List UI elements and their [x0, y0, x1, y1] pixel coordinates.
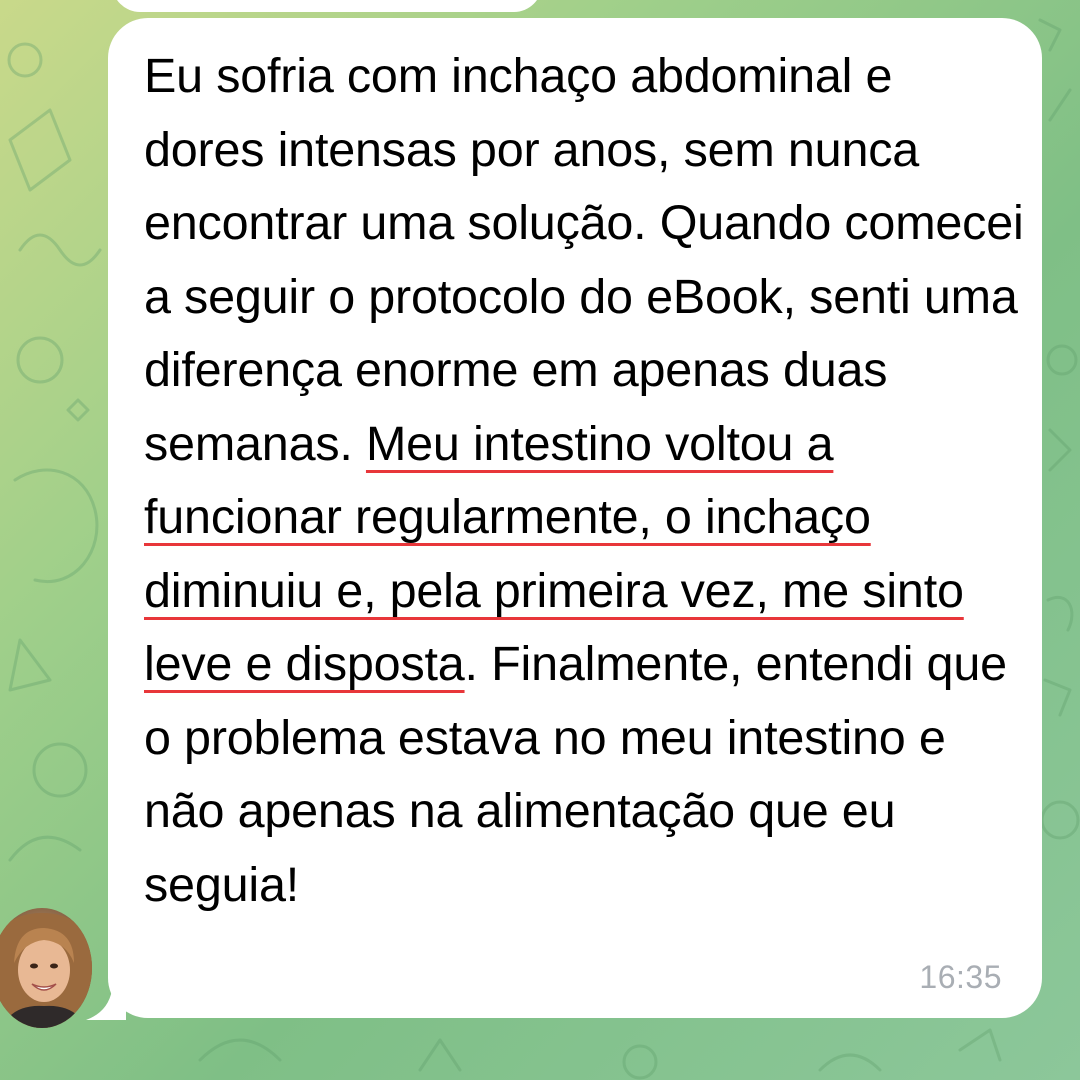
message-timestamp: 16:35 [919, 959, 1002, 995]
message-bubble[interactable]: Eu sofria com inchaço abdominal e dores … [108, 18, 1042, 1018]
message-text: Eu sofria com inchaço abdominal e dores … [144, 40, 1024, 922]
message-segment-plain-1: Eu sofria com inchaço abdominal e dores … [144, 49, 1024, 471]
previous-message-bubble [112, 0, 542, 12]
